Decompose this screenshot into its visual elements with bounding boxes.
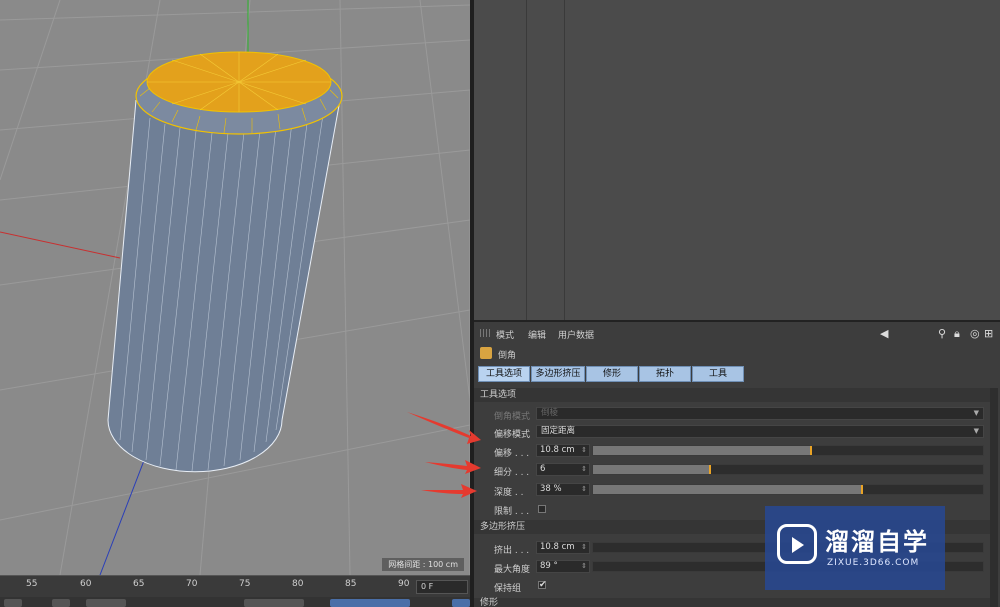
bevel-mode-label: 倒角模式 <box>494 412 531 422</box>
spinner-icon[interactable]: ⇕ <box>581 464 587 475</box>
column-divider <box>564 0 565 320</box>
object-manager-panel[interactable] <box>474 0 1000 320</box>
bevel-mode-dropdown[interactable]: 倒棱 ▼ <box>536 407 984 420</box>
offset-slider[interactable] <box>592 445 984 456</box>
timeline-tick: 65 <box>133 579 145 589</box>
tool-tabs: 工具选项 多边形挤压 修形 拓扑 工具 <box>478 366 744 382</box>
grid-spacing-label: 网格间距 : 100 cm <box>382 558 464 571</box>
play-triangle-icon <box>792 537 804 553</box>
tab-topology[interactable]: 拓扑 <box>639 366 691 382</box>
depth-slider-handle[interactable] <box>861 485 863 494</box>
max-angle-label: 最大角度 <box>494 565 531 575</box>
tab-polygon-extrude[interactable]: 多边形挤压 <box>531 366 585 382</box>
subdivision-slider-handle[interactable] <box>709 465 711 474</box>
max-angle-input[interactable]: 89 ° ⇕ <box>536 560 590 573</box>
tab-tool-options[interactable]: 工具选项 <box>478 366 530 382</box>
subdivision-input[interactable]: 6 ⇕ <box>536 463 590 476</box>
spinner-icon[interactable]: ⇕ <box>581 484 587 495</box>
offset-slider-fill <box>593 446 811 455</box>
offset-mode-label: 偏移模式 <box>494 430 531 440</box>
playback-button[interactable] <box>4 599 22 607</box>
timeline[interactable]: 55 60 65 70 75 80 85 90 0 F <box>0 575 470 597</box>
bevel-tool-icon <box>480 347 492 359</box>
offset-mode-value: 固定距离 <box>541 426 576 436</box>
playback-button[interactable] <box>52 599 70 607</box>
search-icon[interactable]: ⚲ <box>938 327 946 340</box>
tab-tool[interactable]: 工具 <box>692 366 744 382</box>
subdivision-label: 细分 . . . <box>494 468 530 478</box>
limit-checkbox[interactable] <box>538 505 546 513</box>
timeline-tick: 90 <box>398 579 410 589</box>
depth-value: 38 % <box>540 484 562 494</box>
offset-label: 偏移 . . . <box>494 449 530 459</box>
depth-slider[interactable] <box>592 484 984 495</box>
max-angle-value: 89 ° <box>540 561 558 571</box>
x-axis-line <box>0 231 121 259</box>
target-icon[interactable]: ◎ <box>970 327 980 340</box>
timeline-tick: 75 <box>239 579 251 589</box>
spinner-icon[interactable]: ⇕ <box>581 561 587 572</box>
red-arrow-icon <box>425 460 481 474</box>
playback-button[interactable] <box>244 599 304 607</box>
playback-button[interactable] <box>452 599 470 607</box>
depth-input[interactable]: 38 % ⇕ <box>536 483 590 496</box>
section-tool-options[interactable]: 工具选项 <box>474 388 994 402</box>
panel-grip-icon[interactable] <box>480 329 490 337</box>
red-arrow-icon <box>407 412 481 444</box>
current-frame-field[interactable]: 0 F <box>416 580 468 594</box>
timeline-tick: 70 <box>186 579 198 589</box>
playback-button[interactable] <box>86 599 126 607</box>
playback-button[interactable] <box>330 599 410 607</box>
preserve-groups-label: 保持组 <box>494 584 522 594</box>
menu-mode[interactable]: 模式 <box>496 328 514 341</box>
back-arrow-icon[interactable]: ◀ <box>880 327 888 340</box>
chevron-down-icon: ▼ <box>973 427 979 435</box>
playback-toolbar <box>0 597 470 607</box>
depth-slider-fill <box>593 485 862 494</box>
timeline-tick: 85 <box>345 579 357 589</box>
chevron-down-icon: ▼ <box>973 409 979 417</box>
red-arrow-icon <box>421 484 477 498</box>
preserve-groups-checkbox[interactable]: ✔ <box>538 581 547 590</box>
extrude-input[interactable]: 10.8 cm ⇕ <box>536 541 590 554</box>
watermark-logo: 溜溜自学 ZIXUE.3D66.COM <box>765 506 945 590</box>
offset-slider-handle[interactable] <box>810 446 812 455</box>
extrude-label: 挤出 . . . <box>494 546 530 556</box>
watermark-subtitle: ZIXUE.3D66.COM <box>827 558 920 568</box>
offset-mode-dropdown[interactable]: 固定距离 ▼ <box>536 425 984 438</box>
play-logo-icon <box>777 524 817 564</box>
timeline-tick: 55 <box>26 579 38 589</box>
depth-label: 深度 . . <box>494 488 524 498</box>
tab-shaping[interactable]: 修形 <box>586 366 638 382</box>
3d-viewport[interactable]: 网格间距 : 100 cm <box>0 0 470 575</box>
menu-edit[interactable]: 编辑 <box>528 328 546 341</box>
spinner-icon[interactable]: ⇕ <box>581 542 587 553</box>
tool-name: 倒角 <box>498 351 517 361</box>
subdivision-value: 6 <box>540 464 546 474</box>
extrude-value: 10.8 cm <box>540 542 575 552</box>
annotation-arrows <box>407 412 481 498</box>
menu-user-data[interactable]: 用户数据 <box>558 328 594 341</box>
attribute-scrollbar[interactable] <box>990 388 998 607</box>
column-divider <box>526 0 527 320</box>
limit-label: 限制 . . . <box>494 507 530 517</box>
timeline-tick: 80 <box>292 579 304 589</box>
watermark-title: 溜溜自学 <box>825 528 929 556</box>
new-panel-icon[interactable]: ⊞ <box>984 327 993 340</box>
section-shaping[interactable]: 修形 <box>474 598 994 607</box>
tool-title-row: 倒角 <box>474 345 1000 363</box>
attribute-menubar: 模式 编辑 用户数据 ◀ ⚲ 🔒︎ ◎ ⊞ <box>474 324 1000 342</box>
bevel-mode-value: 倒棱 <box>541 408 559 418</box>
offset-input[interactable]: 10.8 cm ⇕ <box>536 444 590 457</box>
cylinder-object[interactable] <box>107 51 343 473</box>
subdivision-slider[interactable] <box>592 464 984 475</box>
viewport-scene <box>0 0 470 575</box>
spinner-icon[interactable]: ⇕ <box>581 445 587 456</box>
subdivision-slider-fill <box>593 465 710 474</box>
offset-value: 10.8 cm <box>540 445 575 455</box>
lock-icon[interactable]: 🔒︎ <box>954 327 960 341</box>
timeline-tick: 60 <box>80 579 92 589</box>
